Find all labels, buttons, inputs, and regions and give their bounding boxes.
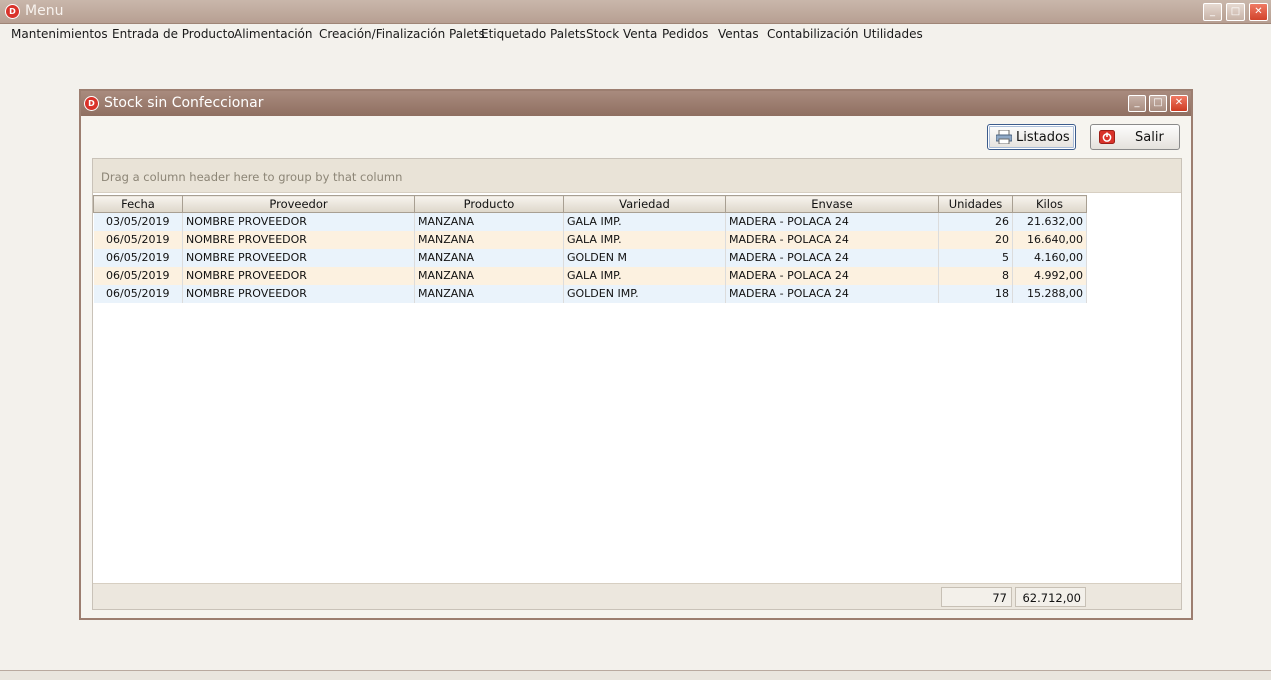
menu-pedidos[interactable]: Pedidos: [662, 27, 708, 41]
cell-kilos[interactable]: 21.632,00: [1012, 212, 1087, 231]
cell-unidades[interactable]: 26: [938, 212, 1013, 231]
table-row[interactable]: 06/05/2019 NOMBRE PROVEEDOR MANZANA GOLD…: [93, 248, 1087, 267]
cell-proveedor[interactable]: NOMBRE PROVEEDOR: [182, 266, 415, 285]
column-header-unidades[interactable]: Unidades: [938, 195, 1013, 213]
main-title-bar: D Menu _ □ ✕: [0, 0, 1271, 24]
dialog-close-button[interactable]: ✕: [1170, 95, 1188, 112]
stock-grid: Drag a column header here to group by th…: [92, 158, 1182, 610]
close-button[interactable]: ✕: [1249, 3, 1268, 21]
cell-fecha[interactable]: 06/05/2019: [93, 230, 183, 249]
menu-ventas[interactable]: Ventas: [718, 27, 759, 41]
cell-fecha[interactable]: 06/05/2019: [93, 266, 183, 285]
cell-producto[interactable]: MANZANA: [414, 266, 564, 285]
stock-dialog: D Stock sin Confeccionar _ □ ✕ Listados …: [79, 89, 1193, 620]
menu-utilidades[interactable]: Utilidades: [863, 27, 923, 41]
cell-envase[interactable]: MADERA - POLACA 24: [725, 248, 939, 267]
table-row[interactable]: 06/05/2019 NOMBRE PROVEEDOR MANZANA GALA…: [93, 230, 1087, 249]
app-logo-icon: D: [84, 96, 99, 111]
table-row[interactable]: 06/05/2019 NOMBRE PROVEEDOR MANZANA GALA…: [93, 266, 1087, 285]
printer-icon: [996, 130, 1012, 144]
exit-icon: [1099, 130, 1115, 144]
cell-producto[interactable]: MANZANA: [414, 212, 564, 231]
cell-producto[interactable]: MANZANA: [414, 248, 564, 267]
cell-variedad[interactable]: GOLDEN M: [563, 248, 726, 267]
cell-kilos[interactable]: 4.992,00: [1012, 266, 1087, 285]
cell-kilos[interactable]: 4.160,00: [1012, 248, 1087, 267]
table-row[interactable]: 06/05/2019 NOMBRE PROVEEDOR MANZANA GOLD…: [93, 284, 1087, 303]
minimize-button[interactable]: _: [1203, 3, 1222, 21]
cell-kilos[interactable]: 15.288,00: [1012, 284, 1087, 303]
salir-button[interactable]: Salir: [1090, 124, 1180, 150]
cell-fecha[interactable]: 06/05/2019: [93, 284, 183, 303]
dialog-maximize-button[interactable]: □: [1149, 95, 1167, 112]
group-by-panel[interactable]: Drag a column header here to group by th…: [93, 159, 1181, 193]
menu-mantenimientos[interactable]: Mantenimientos: [11, 27, 108, 41]
cell-unidades[interactable]: 8: [938, 266, 1013, 285]
group-by-hint: Drag a column header here to group by th…: [101, 170, 403, 184]
menu-contabilizacion[interactable]: Contabilización: [767, 27, 859, 41]
dialog-title: Stock sin Confeccionar: [104, 95, 264, 111]
window-bottom-edge: [0, 670, 1271, 680]
cell-proveedor[interactable]: NOMBRE PROVEEDOR: [182, 248, 415, 267]
table-row[interactable]: 03/05/2019 NOMBRE PROVEEDOR MANZANA GALA…: [93, 212, 1087, 231]
cell-unidades[interactable]: 18: [938, 284, 1013, 303]
main-window-title: Menu: [25, 3, 64, 19]
cell-producto[interactable]: MANZANA: [414, 284, 564, 303]
maximize-button[interactable]: □: [1226, 3, 1245, 21]
cell-variedad[interactable]: GALA IMP.: [563, 230, 726, 249]
total-kilos: 62.712,00: [1015, 587, 1086, 607]
cell-envase[interactable]: MADERA - POLACA 24: [725, 212, 939, 231]
column-header-proveedor[interactable]: Proveedor: [182, 195, 415, 213]
dialog-minimize-button[interactable]: _: [1128, 95, 1146, 112]
cell-fecha[interactable]: 03/05/2019: [93, 212, 183, 231]
column-header-producto[interactable]: Producto: [414, 195, 564, 213]
column-header-variedad[interactable]: Variedad: [563, 195, 726, 213]
cell-producto[interactable]: MANZANA: [414, 230, 564, 249]
column-header-fecha[interactable]: Fecha: [93, 195, 183, 213]
cell-unidades[interactable]: 20: [938, 230, 1013, 249]
table-header-row: Fecha Proveedor Producto Variedad Envase…: [93, 195, 1087, 213]
cell-envase[interactable]: MADERA - POLACA 24: [725, 266, 939, 285]
dialog-title-bar[interactable]: D Stock sin Confeccionar _ □ ✕: [81, 91, 1191, 116]
menu-alimentacion[interactable]: Alimentación: [234, 27, 313, 41]
column-header-envase[interactable]: Envase: [725, 195, 939, 213]
cell-envase[interactable]: MADERA - POLACA 24: [725, 230, 939, 249]
cell-variedad[interactable]: GALA IMP.: [563, 212, 726, 231]
cell-proveedor[interactable]: NOMBRE PROVEEDOR: [182, 284, 415, 303]
total-unidades: 77: [941, 587, 1012, 607]
cell-proveedor[interactable]: NOMBRE PROVEEDOR: [182, 230, 415, 249]
menu-creacion-finalizacion-palets[interactable]: Creación/Finalización Palets: [319, 27, 485, 41]
listados-label: Listados: [1016, 130, 1070, 145]
grid-footer: 77 62.712,00: [93, 583, 1181, 609]
menu-stock-venta[interactable]: Stock Venta: [586, 27, 657, 41]
stock-table: Fecha Proveedor Producto Variedad Envase…: [93, 195, 1087, 303]
listados-button[interactable]: Listados: [987, 124, 1076, 150]
cell-proveedor[interactable]: NOMBRE PROVEEDOR: [182, 212, 415, 231]
cell-envase[interactable]: MADERA - POLACA 24: [725, 284, 939, 303]
menu-entrada-de-producto[interactable]: Entrada de Producto: [112, 27, 235, 41]
cell-kilos[interactable]: 16.640,00: [1012, 230, 1087, 249]
cell-unidades[interactable]: 5: [938, 248, 1013, 267]
cell-variedad[interactable]: GOLDEN IMP.: [563, 284, 726, 303]
cell-variedad[interactable]: GALA IMP.: [563, 266, 726, 285]
cell-fecha[interactable]: 06/05/2019: [93, 248, 183, 267]
menu-bar: Mantenimientos Entrada de Producto Alime…: [0, 24, 1271, 44]
menu-etiquetado-palets[interactable]: Etiquetado Palets: [481, 27, 586, 41]
app-logo-icon: D: [5, 4, 20, 19]
salir-label: Salir: [1135, 130, 1164, 145]
column-header-kilos[interactable]: Kilos: [1012, 195, 1087, 213]
